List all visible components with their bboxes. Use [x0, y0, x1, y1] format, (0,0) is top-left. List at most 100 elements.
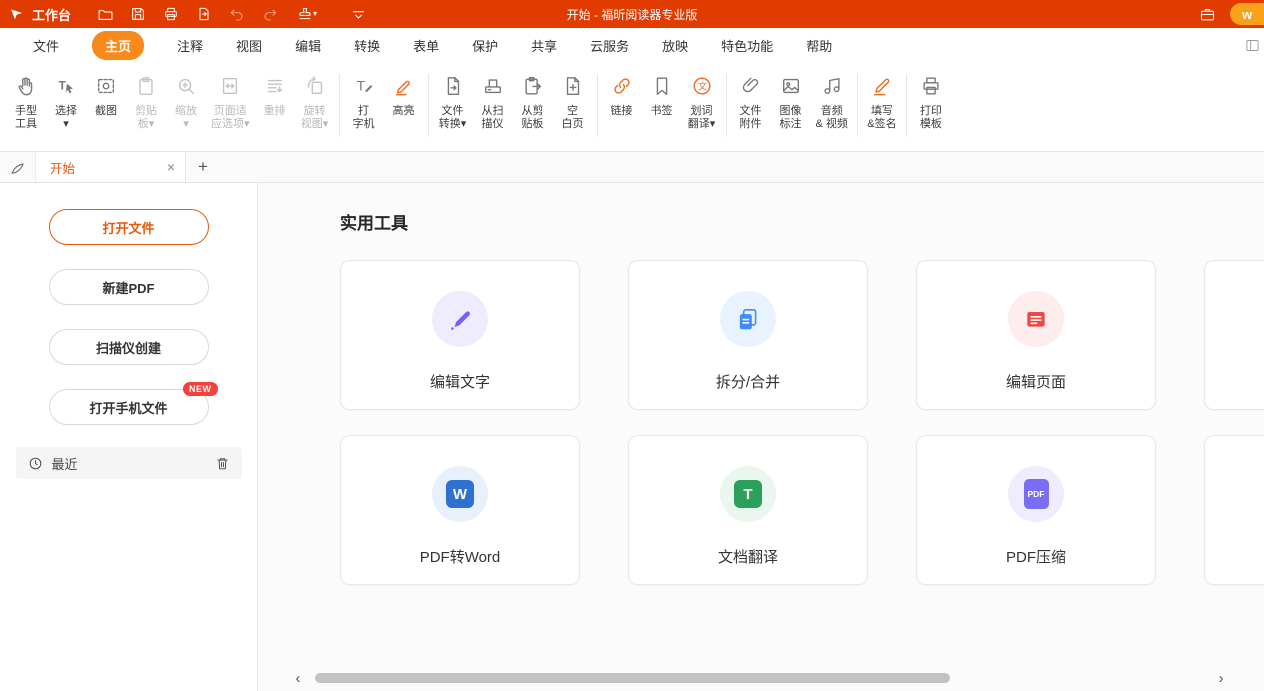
menu-protect[interactable]: 保护	[472, 36, 498, 55]
tool-card-edit-text[interactable]: 编辑文字	[340, 260, 580, 410]
ribbon-fill-sign[interactable]: 填写 &签名	[862, 68, 902, 147]
ribbon-snapshot[interactable]: 截图	[86, 68, 126, 147]
menu-cloud[interactable]: 云服务	[590, 36, 629, 55]
close-icon[interactable]: ×	[167, 159, 175, 175]
tabbar: 开始 × +	[0, 152, 1264, 183]
quill-icon[interactable]	[0, 152, 36, 182]
open-mobile-file-button[interactable]: 打开手机文件 NEW	[49, 389, 209, 425]
new-pdf-button[interactable]: 新建PDF	[49, 269, 209, 305]
menu-share[interactable]: 共享	[531, 36, 557, 55]
workspace-button[interactable]: 工作台	[8, 5, 81, 24]
ribbon-from-clipboard[interactable]: 从剪 贴板	[513, 68, 553, 147]
new-tab-button[interactable]: +	[186, 152, 220, 182]
pdf-to-word-icon: W	[432, 466, 488, 522]
open-file-button[interactable]: 打开文件	[49, 209, 209, 245]
menu-help[interactable]: 帮助	[806, 36, 832, 55]
panel-icon[interactable]	[1245, 38, 1260, 53]
ribbon-toolbar: 手型 工具 T 选择 ▾ 截图 剪贴 板▾ 缩放 ▾ 页面适 应选项▾ 重排 旋…	[0, 62, 1264, 152]
blank-page-icon	[562, 70, 584, 102]
menu-edit[interactable]: 编辑	[295, 36, 321, 55]
zoom-icon	[175, 70, 197, 102]
print-template-icon	[920, 70, 942, 102]
from-clipboard-icon	[522, 70, 544, 102]
ribbon-translate[interactable]: 文 划词 翻译▾	[682, 68, 722, 147]
svg-text:T: T	[356, 79, 365, 94]
print-icon[interactable]	[162, 5, 180, 23]
link-icon	[611, 70, 633, 102]
stamp-icon[interactable]: ▾	[294, 5, 320, 23]
ribbon-file-attachment[interactable]: 文件 附件	[731, 68, 771, 147]
briefcase-icon[interactable]	[1198, 5, 1216, 23]
workspace-label: 工作台	[32, 5, 71, 24]
stamp-dropdown-caret: ▾	[313, 10, 317, 18]
svg-text:文: 文	[697, 81, 706, 92]
tool-card-pdf-compress[interactable]: PDF PDF压缩	[916, 435, 1156, 585]
redo-icon[interactable]	[261, 5, 279, 23]
ribbon-bookmark[interactable]: 书签	[642, 68, 682, 147]
recent-section[interactable]: 最近	[16, 447, 242, 479]
image-annotation-icon	[780, 70, 802, 102]
menu-convert[interactable]: 转换	[354, 36, 380, 55]
split-merge-icon	[720, 291, 776, 347]
ribbon-typewriter[interactable]: T 打 字机	[344, 68, 384, 147]
undo-icon[interactable]	[228, 5, 246, 23]
open-folder-icon[interactable]	[96, 5, 114, 23]
select-icon: T	[55, 70, 77, 102]
menu-form[interactable]: 表单	[413, 36, 439, 55]
save-icon[interactable]	[129, 5, 147, 23]
ribbon-reflow[interactable]: 重排	[255, 68, 295, 147]
export-icon[interactable]	[195, 5, 213, 23]
ribbon-file-convert[interactable]: 文件 转换▾	[433, 68, 473, 147]
ribbon-rotate-view[interactable]: 旋转 视图▾	[295, 68, 335, 147]
menu-home[interactable]: 主页	[92, 31, 144, 60]
clock-icon	[28, 456, 43, 471]
edit-pages-icon	[1008, 291, 1064, 347]
tool-card-split-merge[interactable]: 拆分/合并	[628, 260, 868, 410]
attachment-icon	[740, 70, 762, 102]
trash-icon[interactable]	[215, 456, 230, 471]
tab-start[interactable]: 开始 ×	[36, 152, 186, 182]
clipboard-icon	[135, 70, 157, 102]
ribbon-separator	[726, 74, 727, 137]
edit-text-icon	[432, 291, 488, 347]
ribbon-from-scanner[interactable]: 从扫 描仪	[473, 68, 513, 147]
ribbon-zoom[interactable]: 缩放 ▾	[166, 68, 206, 147]
menu-features[interactable]: 特色功能	[721, 36, 773, 55]
ribbon-hand-tool[interactable]: 手型 工具	[6, 68, 46, 147]
tool-card-partial[interactable]	[1204, 260, 1264, 410]
hand-icon	[15, 70, 37, 102]
tool-card-doc-translate[interactable]: T 文档翻译	[628, 435, 868, 585]
scrollbar-thumb[interactable]	[315, 673, 950, 683]
ribbon-clipboard[interactable]: 剪贴 板▾	[126, 68, 166, 147]
doc-translate-icon: T	[720, 466, 776, 522]
account-button[interactable]: w	[1230, 3, 1264, 25]
rotate-view-icon	[304, 70, 326, 102]
ribbon-audio-video[interactable]: 音频 & 视频	[811, 68, 853, 147]
tool-card-pdf-to-word[interactable]: W PDF转Word	[340, 435, 580, 585]
ribbon-image-annotation[interactable]: 图像 标注	[771, 68, 811, 147]
scroll-left-icon[interactable]: ‹	[290, 670, 306, 686]
menu-comment[interactable]: 注释	[177, 36, 203, 55]
scroll-right-icon[interactable]: ›	[1213, 670, 1229, 686]
scanner-icon	[482, 70, 504, 102]
ribbon-print-template[interactable]: 打印 模板	[911, 68, 951, 147]
ribbon-select[interactable]: T 选择 ▾	[46, 68, 86, 147]
new-badge: NEW	[183, 382, 218, 396]
menu-slideshow[interactable]: 放映	[662, 36, 688, 55]
ribbon-highlight[interactable]: 高亮	[384, 68, 424, 147]
menu-file[interactable]: 文件	[33, 36, 59, 55]
titlebar: 工作台 ▾ 开始 - 福昕阅读器专业版 w	[0, 0, 1264, 28]
recent-label: 最近	[52, 454, 215, 473]
scanner-create-button[interactable]: 扫描仪创建	[49, 329, 209, 365]
foxit-logo-icon	[8, 5, 26, 23]
tools-row-1: 编辑文字 拆分/合并 编辑页面	[340, 260, 1264, 410]
ribbon-page-fit[interactable]: 页面适 应选项▾	[206, 68, 255, 147]
menubar: 文件 主页 注释 视图 编辑 转换 表单 保护 共享 云服务 放映 特色功能 帮…	[0, 28, 1264, 62]
menu-view[interactable]: 视图	[236, 36, 262, 55]
customize-toolbar-icon[interactable]	[349, 5, 367, 23]
audio-video-icon	[821, 70, 843, 102]
ribbon-blank-page[interactable]: 空 白页	[553, 68, 593, 147]
tool-card-partial[interactable]	[1204, 435, 1264, 585]
ribbon-link[interactable]: 链接	[602, 68, 642, 147]
tool-card-edit-pages[interactable]: 编辑页面	[916, 260, 1156, 410]
